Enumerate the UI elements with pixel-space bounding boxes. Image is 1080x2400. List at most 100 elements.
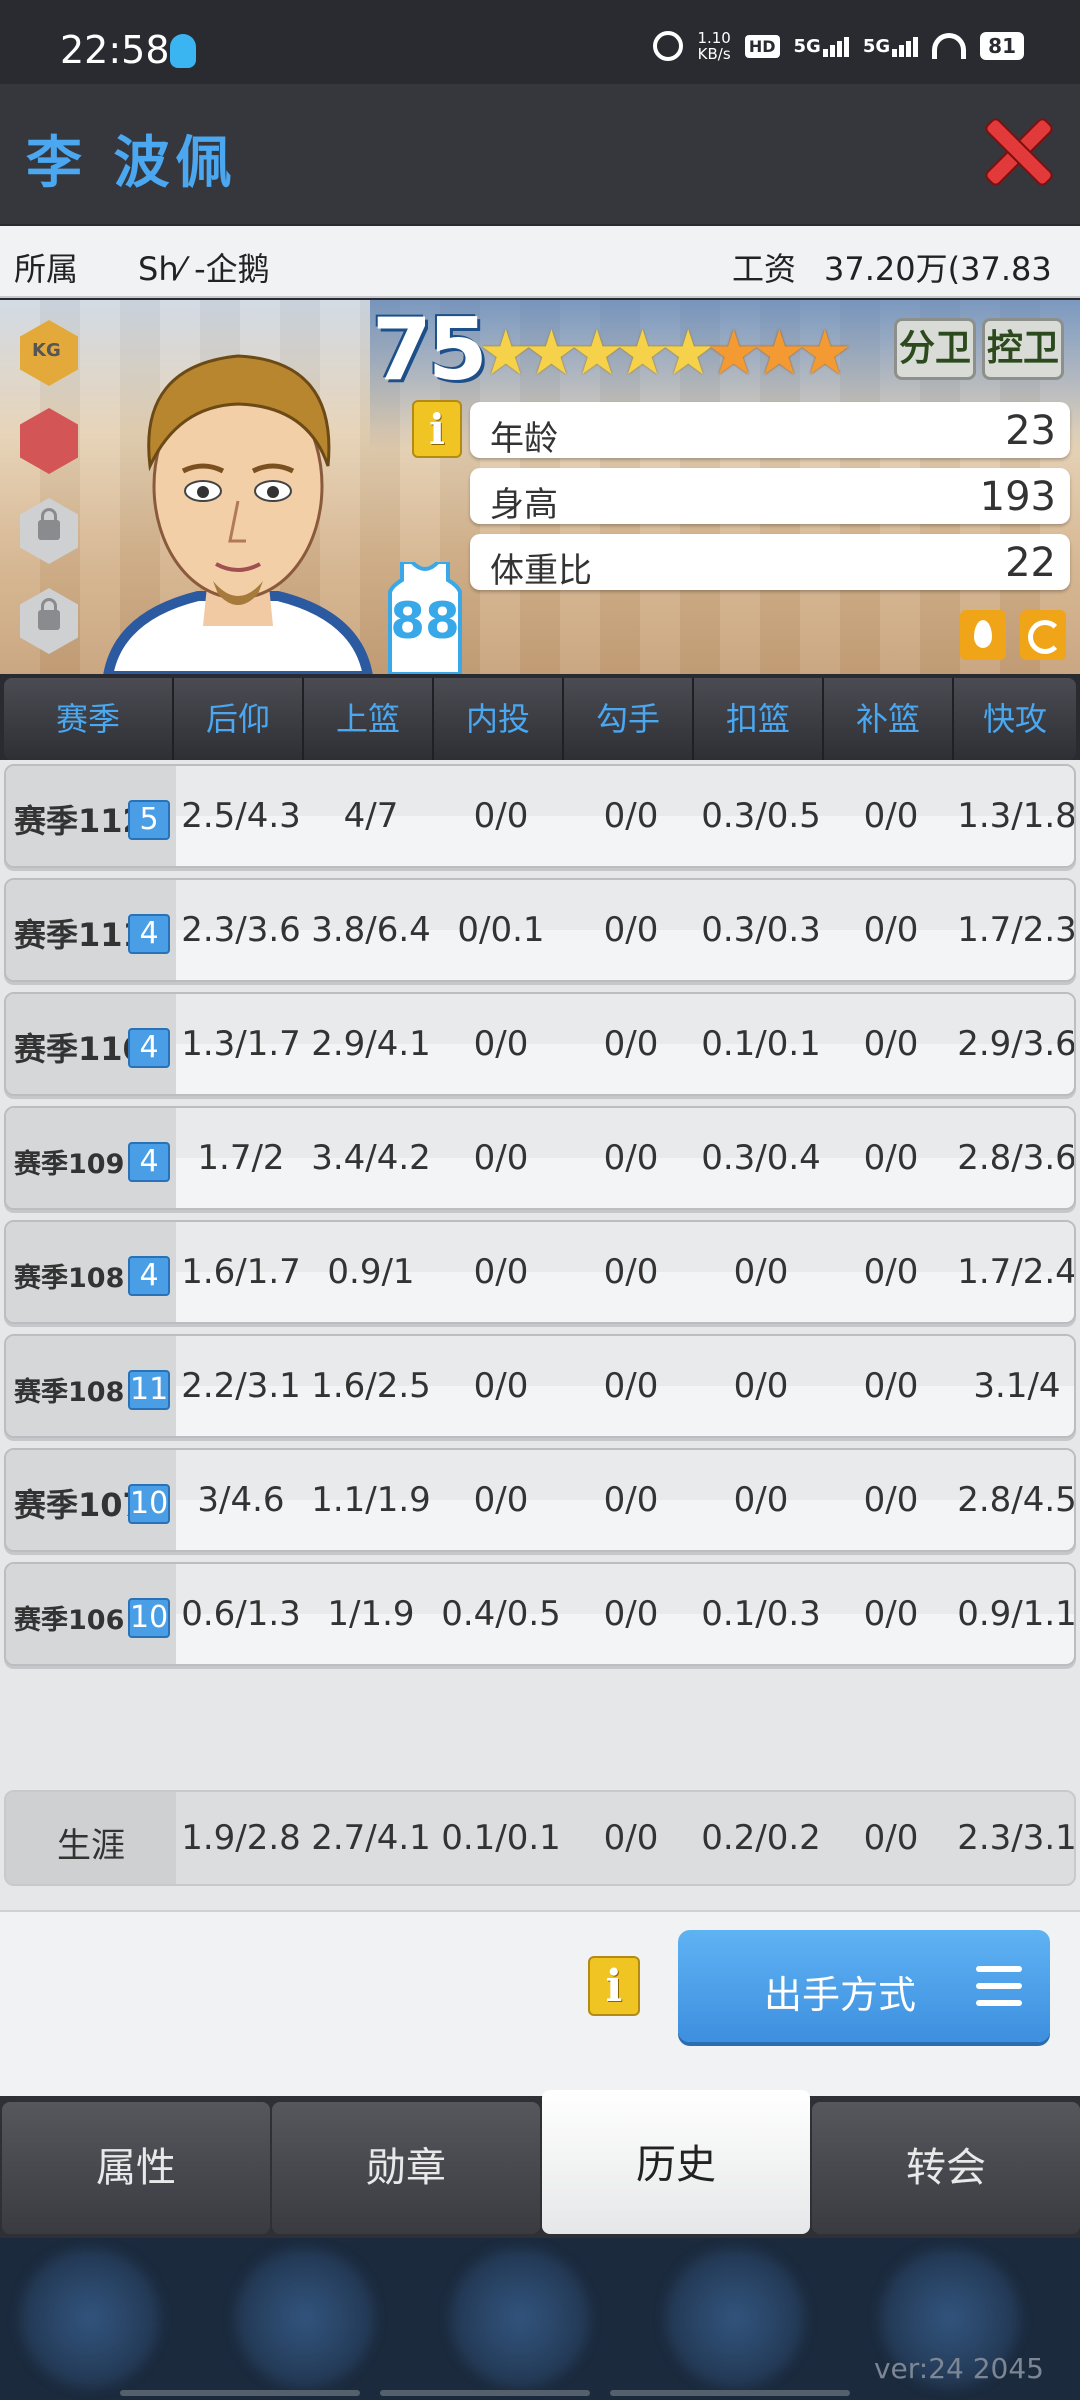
stat-cell: 0/0 — [863, 1594, 919, 1634]
status-bar: 22:58 1.10 KB/s HD 5G 5G 81 — [0, 0, 1080, 84]
net-speed-value: 1.10 — [697, 29, 731, 47]
refresh-icon[interactable] — [1020, 610, 1066, 660]
table-row[interactable]: 赛季109 4 1.7/2 3.4/4.2 0/0 0/0 0.3/0.4 0/0 2.8/3.… — [4, 1106, 1076, 1210]
stat-cell: 0/0 — [603, 1138, 659, 1178]
career-stat-cell: 0.2/0.2 — [701, 1818, 821, 1858]
stat-cell: 4/7 — [343, 796, 399, 836]
info-icon[interactable]: i — [412, 400, 462, 458]
gesture-bar — [120, 2390, 850, 2396]
wifi-icon — [932, 33, 967, 59]
player-name: 李 波佩 — [26, 131, 238, 196]
stat-cell: 0/0 — [473, 1480, 529, 1520]
attribute-label: 身高 — [490, 485, 558, 525]
team-value: Sh⁄ -企鹅 — [138, 250, 270, 288]
column-header: 后仰 — [174, 678, 304, 760]
level-badge: 4 — [128, 1142, 170, 1182]
status-time: 22:58 — [60, 28, 170, 72]
career-row: 生涯 1.9/2.8 2.7/4.1 0.1/0.1 0/0 0.2/0.2 0/0 2.3… — [4, 1790, 1076, 1886]
stat-cell: 0.3/0.4 — [701, 1138, 821, 1178]
alarm-icon — [653, 31, 684, 61]
lock-icon — [38, 508, 60, 540]
tab-history[interactable]: 历史 — [542, 2090, 810, 2234]
stat-cell: 0/0 — [863, 1024, 919, 1064]
stat-cell: 0/0 — [603, 1366, 659, 1406]
level-badge: 5 — [128, 800, 170, 840]
level-badge: 10 — [128, 1484, 170, 1524]
column-header: 扣篮 — [694, 678, 824, 760]
stat-cell: 0.3/0.3 — [701, 910, 821, 950]
attribute-label: 体重比 — [490, 551, 592, 591]
table-row[interactable]: 赛季108 11 2.2/3.1 1.6/2.5 0/0 0/0 0/0 0/0 3.1/4 — [4, 1334, 1076, 1438]
level-badge: 4 — [128, 914, 170, 954]
fire-icon[interactable] — [960, 610, 1006, 660]
background-game-nav: ver:24 2045 — [0, 2238, 1080, 2400]
stats-table: 赛季112 5 2.5/4.3 4/7 0/0 0/0 0.3/0.5 0/0 1.3/1.8 赛… — [0, 760, 1080, 1910]
table-row[interactable]: 赛季112 5 2.5/4.3 4/7 0/0 0/0 0.3/0.5 0/0 1.3/1.8 — [4, 764, 1076, 868]
stat-cell: 3.8/6.4 — [311, 910, 431, 950]
net-speed-unit: KB/s — [697, 45, 731, 63]
position-badge-1[interactable]: 分卫 — [894, 318, 976, 380]
team-salary-bar: 所属 Sh⁄ -企鹅 工资 37.20万(37.83万) — [0, 226, 1080, 334]
tab-transfer[interactable]: 转会 — [812, 2102, 1080, 2234]
tab-attributes[interactable]: 属性 — [2, 2102, 270, 2234]
stat-cell: 2.9/3.6 — [957, 1024, 1076, 1064]
stat-cell: 0/0 — [733, 1480, 789, 1520]
stat-cell: 0/0 — [863, 910, 919, 950]
attribute-age: 年龄 23 — [470, 402, 1070, 459]
stat-cell: 0.6/1.3 — [181, 1594, 301, 1634]
signal-icon: 5G — [862, 35, 919, 57]
season-name: 赛季107 — [14, 1486, 145, 1524]
stat-cell: 0/0 — [603, 1024, 659, 1064]
season-name: 赛季108 — [14, 1377, 125, 1408]
level-badge: 10 — [128, 1598, 170, 1638]
team-label: 所属 — [14, 250, 79, 288]
table-row[interactable]: 赛季111 4 2.3/3.6 3.8/6.4 0/0.1 0/0 0.3/0.3 0/0 1.… — [4, 878, 1076, 982]
season-name: 赛季112 — [14, 802, 145, 840]
close-icon[interactable] — [984, 118, 1050, 184]
shot-type-label: 出手方式 — [764, 1973, 917, 2017]
lock-icon — [38, 598, 60, 630]
stat-cell: 2.3/3.6 — [181, 910, 301, 950]
stat-cell: 1.3/1.8 — [957, 796, 1076, 836]
signal-label-1: 5G — [793, 35, 821, 57]
stat-cell: 3.1/4 — [973, 1366, 1061, 1406]
stat-cell: 0/0 — [603, 1252, 659, 1292]
table-row[interactable]: 赛季108 4 1.6/1.7 0.9/1 0/0 0/0 0/0 0/0 1.7/2.4 — [4, 1220, 1076, 1324]
stat-cell: 1.7/2.4 — [957, 1252, 1076, 1292]
stat-cell: 1.7/2.3 — [957, 910, 1076, 950]
season-name: 赛季108 — [14, 1263, 125, 1294]
level-badge: 11 — [128, 1370, 170, 1410]
tab-medals[interactable]: 勋章 — [272, 2102, 540, 2234]
stat-cell: 0.9/1 — [327, 1252, 415, 1292]
stat-cell: 1.6/1.7 — [181, 1252, 301, 1292]
dialog-header: 李 波佩 — [0, 84, 1080, 224]
salary-label: 工资 — [732, 250, 797, 288]
stat-cell: 0.4/0.5 — [441, 1594, 561, 1634]
career-stat-cell: 1.9/2.8 — [181, 1818, 301, 1858]
star-rating: ★★★★★★★★ — [478, 316, 853, 389]
season-name: 赛季110 — [14, 1030, 145, 1068]
attribute-value: 22 — [1005, 540, 1056, 586]
stat-cell: 0/0 — [603, 910, 659, 950]
signal-icon: 5G — [794, 36, 849, 57]
table-row[interactable]: 赛季107 10 3/4.6 1.1/1.9 0/0 0/0 0/0 0/0 2.8/4.5 — [4, 1448, 1076, 1552]
attribute-height: 身高 193 — [470, 468, 1070, 525]
kg-badge-label: KG — [32, 340, 61, 361]
stat-cell: 0/0 — [863, 1138, 919, 1178]
shot-type-button[interactable]: 出手方式 — [678, 1930, 1050, 2042]
action-bar: i 出手方式 — [0, 1910, 1080, 2096]
column-header: 上篮 — [304, 678, 434, 760]
season-name: 赛季106 — [14, 1605, 125, 1636]
version-label: ver:24 2045 — [873, 2352, 1044, 2385]
career-stat-cell: 0/0 — [603, 1818, 659, 1858]
table-row[interactable]: 赛季110 4 1.3/1.7 2.9/4.1 0/0 0/0 0.1/0.1 0/0 2.9/… — [4, 992, 1076, 1096]
table-row[interactable]: 赛季106 10 0.6/1.3 1/1.9 0.4/0.5 0/0 0.1/0.3 0/0 0… — [4, 1562, 1076, 1666]
team-icon — [665, 2248, 805, 2388]
stat-cell: 0/0 — [473, 796, 529, 836]
stat-cell: 2.9/4.1 — [311, 1024, 431, 1064]
info-icon[interactable]: i — [588, 1956, 640, 2016]
stat-cell: 1.3/1.7 — [181, 1024, 301, 1064]
position-badge-2[interactable]: 控卫 — [982, 318, 1064, 380]
career-stat-cell: 2.3/3.1 — [957, 1818, 1076, 1858]
signal-label-2: 5G — [862, 35, 891, 57]
